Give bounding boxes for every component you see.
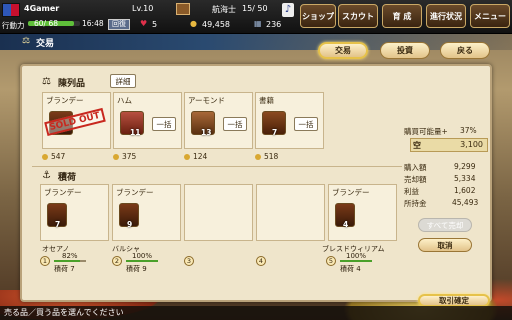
detail-button[interactable]: 詳細 [110, 74, 136, 88]
cargo-slot[interactable] [184, 184, 253, 241]
profit-label: 利益 [404, 187, 419, 196]
heart-icon: ♥ [140, 19, 148, 28]
capacity-box: 空 3,100 [410, 138, 488, 152]
treasure-chest-icon[interactable] [176, 3, 190, 15]
money-label: 所持金 [404, 199, 427, 208]
display-slot[interactable]: 書籍 7 一括 [255, 92, 324, 149]
scout-button[interactable]: スカウト [338, 4, 378, 28]
item-qty: 4 [343, 220, 349, 229]
player-name: 4Gamer [24, 4, 60, 13]
item-price: 375 [113, 152, 136, 161]
screen-title-bar: ⚖ 交易 [0, 34, 512, 50]
purchase-amount-value: 9,299 [454, 162, 476, 171]
sell-all-button[interactable]: すべて売却 [418, 218, 472, 232]
scale-icon: ⚖ [42, 76, 51, 87]
display-slot[interactable]: ブランデー SOLD OUT [42, 92, 111, 149]
coin-icon [42, 154, 48, 160]
music-note-icon[interactable]: ♪ [282, 3, 294, 17]
anchor-icon: ⚓ [42, 170, 51, 181]
display-goods-label: 陳列品 [58, 79, 86, 89]
shop-button[interactable]: ショップ [300, 4, 336, 28]
cancel-button[interactable]: 取消 [418, 238, 472, 252]
coin-icon [255, 154, 261, 160]
navigator-label: 航海士 [212, 5, 236, 14]
money-value: 45,493 [452, 198, 479, 207]
ship-number-badge: 3 [184, 256, 194, 266]
gold-coin-icon: ● [190, 19, 197, 28]
item-price: 518 [255, 152, 278, 161]
buy-power-label: 購買可能量+ [404, 127, 448, 136]
capacity-icon: 空 [413, 141, 421, 150]
bulk-buy-button[interactable]: 一括 [152, 117, 176, 131]
ship-cargo-count: 積荷 7 [54, 265, 75, 273]
ship-cargo-count: 積荷 9 [126, 265, 147, 273]
display-slot[interactable]: ハム 11 一括 [113, 92, 182, 149]
cargo-slot[interactable] [256, 184, 325, 241]
purchase-amount-label: 購入額 [404, 163, 427, 172]
nation-flag-icon [2, 3, 20, 17]
player-level: Lv.10 [132, 4, 154, 13]
status-bar: 売る品／買う品を選んでください [0, 306, 512, 320]
coin-icon [113, 154, 119, 160]
item-name: 書籍 [259, 96, 274, 105]
item-stack-icon: ▦ [254, 19, 262, 28]
buy-power-value: 37% [460, 126, 477, 135]
sale-amount-value: 5,334 [454, 174, 476, 183]
tab-trade[interactable]: 交易 [318, 42, 368, 59]
ship-number-badge: 2 [112, 256, 122, 266]
ship-load-bar [126, 260, 158, 262]
cargo-slot[interactable]: ブランデー 4 [328, 184, 397, 241]
back-button[interactable]: 戻る [440, 42, 490, 59]
cargo-slot[interactable]: ブランデー 9 [112, 184, 181, 241]
cargo-slot[interactable]: ブランデー 7 [40, 184, 109, 241]
display-slot[interactable]: アーモンド 13 一括 [184, 92, 253, 149]
heart-count: 5 [152, 20, 158, 29]
capacity-value: 3,100 [460, 140, 483, 149]
progress-button[interactable]: 進行状況 [426, 4, 466, 28]
coin-icon [184, 154, 190, 160]
item-name: ブランデー [46, 96, 84, 105]
item-qty: 7 [272, 128, 278, 137]
top-status-bar: 4Gamer Lv.10 航海士 15/ 50 ♪ 行動力 60/ 68 16:… [0, 0, 512, 34]
ship-load-pct: 82% [62, 252, 78, 260]
item-name: ブランデー [44, 188, 82, 197]
scale-icon: ⚖ [22, 36, 31, 46]
tab-invest[interactable]: 投資 [380, 42, 430, 59]
page-title: 交易 [36, 39, 55, 49]
divider [32, 166, 402, 167]
stamina-value: 60/ 68 [34, 19, 58, 28]
ship-number-badge: 4 [256, 256, 266, 266]
item-name: ハム [117, 96, 132, 105]
item-name: アーモンド [188, 96, 226, 105]
clock-time: 16:48 [82, 19, 104, 28]
cargo-label: 積荷 [58, 173, 77, 183]
ship-load-pct: 100% [132, 252, 153, 260]
item-qty: 11 [130, 128, 141, 137]
item-qty: 7 [55, 220, 61, 229]
bulk-buy-button[interactable]: 一括 [223, 117, 247, 131]
navigator-count: 15/ 50 [242, 4, 268, 13]
ship-number-badge: 1 [40, 256, 50, 266]
ship-load-bar [340, 260, 372, 262]
stamina-label: 行動力 [2, 21, 25, 30]
gold-amount: 49,458 [202, 20, 230, 29]
item-price: 124 [184, 152, 207, 161]
trade-panel: ⚖ 陳列品 詳細 ブランデー SOLD OUT 547 ハム 11 一括 375… [20, 64, 492, 302]
ship-number-badge: 5 [326, 256, 336, 266]
item-name: ブランデー [332, 188, 370, 197]
profit-value: 1,602 [454, 186, 476, 195]
item-price: 547 [42, 152, 65, 161]
item-count: 236 [266, 20, 282, 29]
ship-load-bar [54, 260, 86, 262]
ship-cargo-count: 積荷 4 [340, 265, 361, 273]
train-button[interactable]: 育 成 [382, 4, 422, 28]
item-qty: 9 [127, 220, 133, 229]
menu-button[interactable]: メニュー [470, 4, 510, 28]
sale-amount-label: 売却額 [404, 175, 427, 184]
ship-load-pct: 100% [346, 252, 367, 260]
item-name: ブランデー [116, 188, 154, 197]
recover-button[interactable]: 回復 [108, 19, 130, 30]
item-qty: 13 [201, 128, 212, 137]
bulk-buy-button[interactable]: 一括 [294, 117, 318, 131]
